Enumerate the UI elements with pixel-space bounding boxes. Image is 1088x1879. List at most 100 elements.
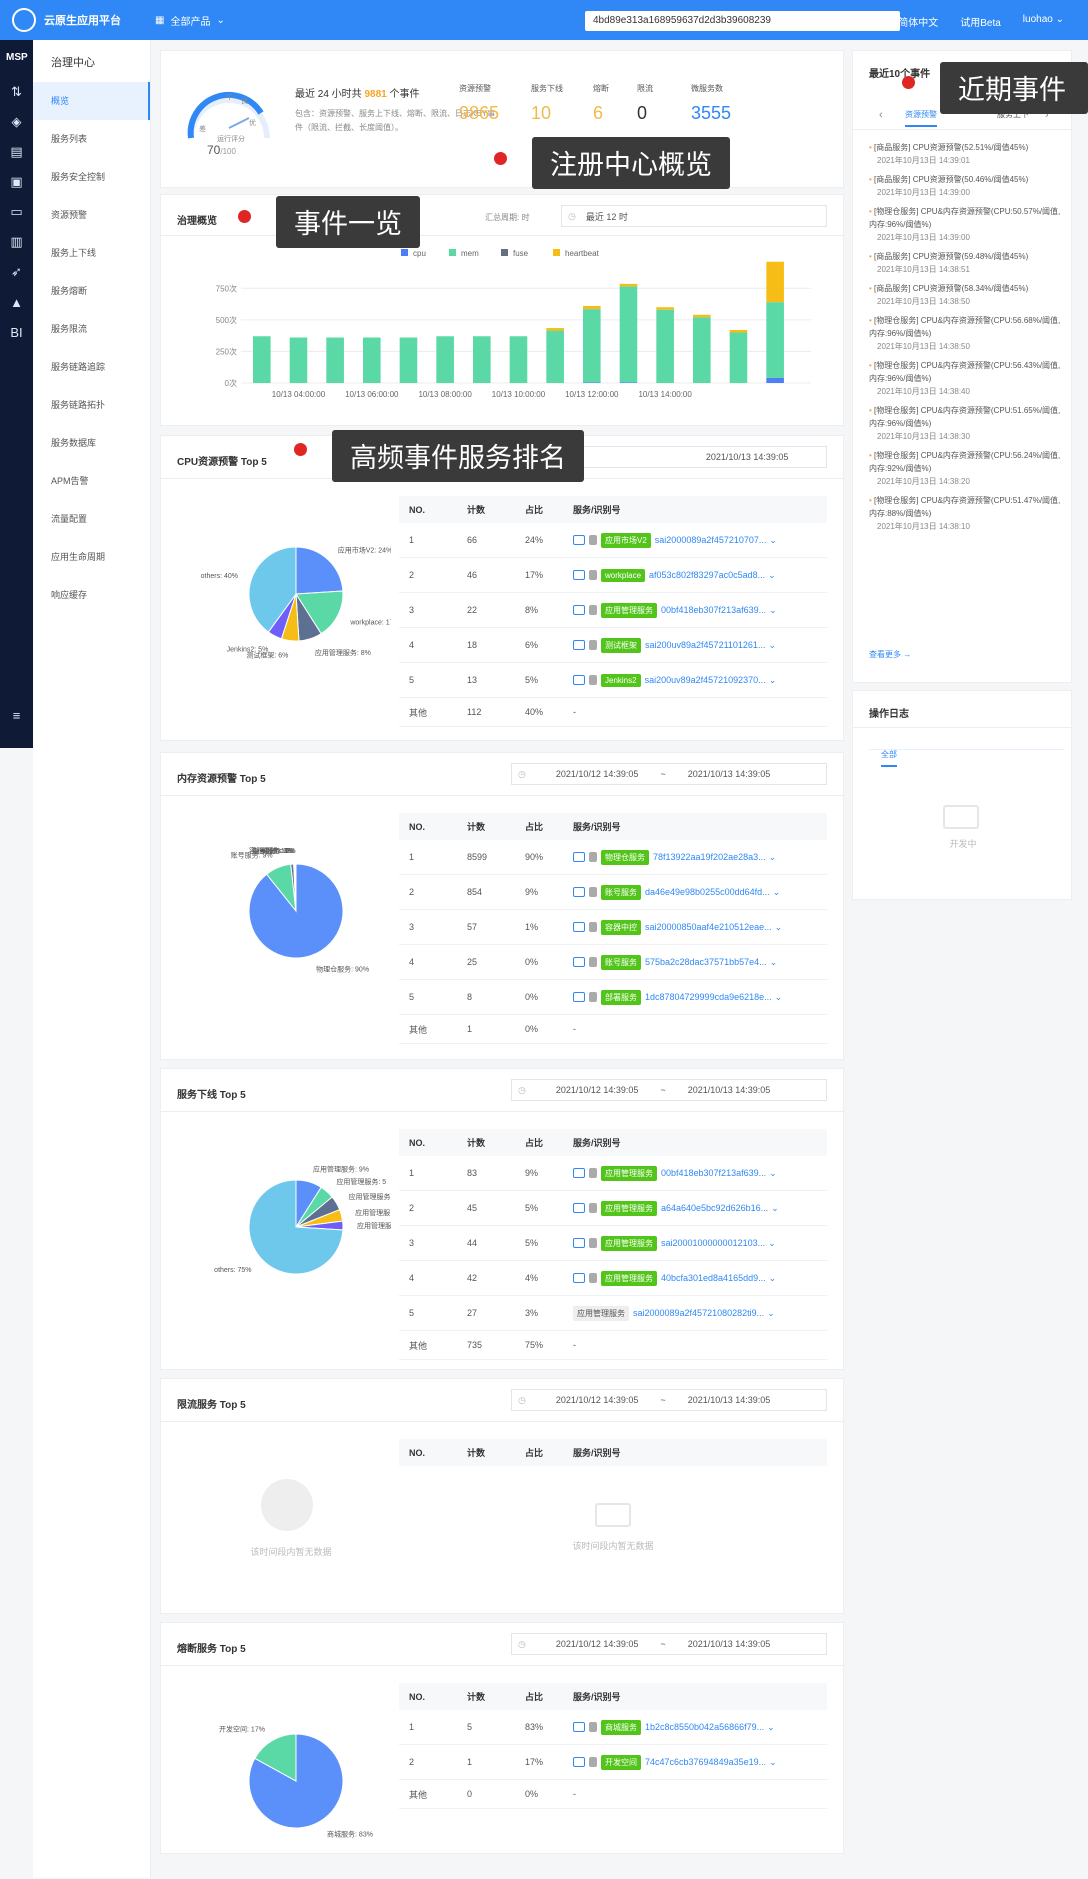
chevron-down-icon[interactable]: ⌄ — [775, 992, 783, 1003]
service-card-icon[interactable] — [573, 1757, 585, 1767]
oplog-tab-all[interactable]: 全部 — [881, 749, 897, 767]
service-id-link[interactable]: 1b2c8c8550b042a56866f79... — [645, 1722, 764, 1732]
menu-item-0[interactable]: 概览 — [33, 82, 150, 120]
event-item[interactable]: • [商品服务] CPU资源预警(58.34%/阈值45%) 2021年10月13… — [853, 276, 1063, 308]
layers-icon[interactable]: ◈ — [0, 107, 33, 137]
cloud-logo-icon[interactable] — [12, 8, 36, 32]
service-card-icon[interactable] — [573, 1722, 585, 1732]
service-card-icon[interactable] — [573, 1203, 585, 1213]
trial-link[interactable]: 试用Beta — [960, 14, 1001, 29]
menu-item-5[interactable]: 服务熔断 — [33, 272, 150, 310]
language-switch[interactable]: 简体中文 — [898, 14, 938, 29]
service-id-link[interactable]: 1dc87804729999cda9e6218e... — [645, 992, 772, 1002]
all-products-menu[interactable]: ▦ 全部产品 ⌄ — [155, 13, 225, 28]
chevron-down-icon[interactable]: ⌄ — [769, 852, 777, 863]
menu-item-7[interactable]: 服务链路追踪 — [33, 348, 150, 386]
brand-name[interactable]: 云原生应用平台 — [44, 12, 121, 28]
menu-item-1[interactable]: 服务列表 — [33, 120, 150, 158]
service-card-icon[interactable] — [573, 1168, 585, 1178]
lock-icon[interactable] — [589, 1273, 597, 1283]
lock-icon[interactable] — [589, 852, 597, 862]
menu-item-12[interactable]: 应用生命周期 — [33, 538, 150, 576]
date-range-picker[interactable]: ◷ 2021/10/12 14:39:05 ~2021/10/13 14:39:05 — [511, 1389, 827, 1411]
event-item[interactable]: • [物理仓服务] CPU&内存资源预警(CPU:51.47%/阈值, 内存:8… — [853, 488, 1063, 533]
event-item[interactable]: • [商品服务] CPU资源预警(50.46%/阈值45%) 2021年10月13… — [853, 167, 1063, 199]
lock-icon[interactable] — [589, 1168, 597, 1178]
event-item[interactable]: • [商品服务] CPU资源预警(52.51%/阈值45%) 2021年10月13… — [853, 135, 1063, 167]
service-id-link[interactable]: sai2000089a2f45721080282ti9... — [633, 1308, 764, 1318]
lock-icon[interactable]: ▲ — [0, 287, 33, 317]
chevron-down-icon[interactable]: ⌄ — [767, 1308, 775, 1319]
service-id-link[interactable]: sai200uv89a2f45721092370... — [645, 675, 766, 685]
sort-icon[interactable]: ⇅ — [0, 77, 33, 107]
service-id-link[interactable]: a64a640e5bc92d626b16... — [661, 1203, 768, 1213]
menu-item-13[interactable]: 响应缓存 — [33, 576, 150, 614]
service-card-icon[interactable] — [573, 605, 585, 615]
chevron-down-icon[interactable]: ⌄ — [770, 957, 778, 968]
card-icon[interactable]: ▭ — [0, 197, 33, 227]
lock-icon[interactable] — [589, 1238, 597, 1248]
chevron-down-icon[interactable]: ⌄ — [767, 1722, 775, 1733]
service-id-link[interactable]: 78f13922aa19f202ae28a3... — [653, 852, 766, 862]
lock-icon[interactable] — [589, 1722, 597, 1732]
lock-icon[interactable] — [589, 640, 597, 650]
service-id-link[interactable]: sai200uv89a2f45721101261... — [645, 640, 765, 650]
lock-icon[interactable] — [589, 605, 597, 615]
service-card-icon[interactable] — [573, 992, 585, 1002]
service-card-icon[interactable] — [573, 570, 585, 580]
date-range-picker[interactable]: ◷ 2021/10/12 14:39:05 ~2021/10/13 14:39:05 — [511, 1079, 827, 1101]
service-card-icon[interactable] — [573, 1238, 585, 1248]
menu-item-2[interactable]: 服务安全控制 — [33, 158, 150, 196]
event-item[interactable]: • [物理仓服务] CPU&内存资源预警(CPU:56.24%/阈值, 内存:9… — [853, 443, 1063, 488]
lock-icon[interactable] — [589, 922, 597, 932]
lock-icon[interactable] — [589, 1757, 597, 1767]
monitor-icon[interactable]: ▣ — [0, 167, 33, 197]
search-input[interactable]: 4bd89e313a168959637d2d3b39608239 — [585, 11, 900, 31]
menu-item-8[interactable]: 服务链路拓扑 — [33, 386, 150, 424]
view-more-link[interactable]: 查看更多 → — [869, 649, 911, 660]
msp-label[interactable]: MSP — [0, 40, 33, 63]
service-id-link[interactable]: af053c802f83297ac0c5ad8... — [649, 570, 765, 580]
chevron-down-icon[interactable]: ⌄ — [771, 1203, 779, 1214]
event-item[interactable]: • [物理仓服务] CPU&内存资源预警(CPU:56.68%/阈值, 内存:9… — [853, 308, 1063, 353]
chevron-down-icon[interactable]: ⌄ — [769, 1757, 777, 1768]
lock-icon[interactable] — [589, 570, 597, 580]
event-item[interactable]: • [物理仓服务] CPU&内存资源预警(CPU:50.57%/阈值, 内存:9… — [853, 199, 1063, 244]
chevron-down-icon[interactable]: ⌄ — [769, 535, 777, 546]
date-range-picker[interactable]: ◷ 2021/10/12 14:39:05 ~2021/10/13 14:39:05 — [511, 1633, 827, 1655]
event-item[interactable]: • [商品服务] CPU资源预警(59.48%/阈值45%) 2021年10月13… — [853, 244, 1063, 276]
period-select[interactable]: ◷ 最近 12 时 — [561, 205, 827, 227]
chevron-down-icon[interactable]: ⌄ — [769, 605, 777, 616]
service-id-link[interactable]: sai20000850aaf4e210512eae... — [645, 922, 772, 932]
tab-resource-alert[interactable]: 资源预警 — [905, 109, 937, 127]
event-item[interactable]: • [物理仓服务] CPU&内存资源预警(CPU:51.65%/阈值, 内存:9… — [853, 398, 1063, 443]
menu-item-11[interactable]: 流量配置 — [33, 500, 150, 538]
service-id-link[interactable]: 74c47c6cb37694849a35e19... — [645, 1757, 766, 1767]
chevron-down-icon[interactable]: ⌄ — [773, 887, 781, 898]
lock-icon[interactable] — [589, 535, 597, 545]
service-card-icon[interactable] — [573, 852, 585, 862]
service-card-icon[interactable] — [573, 1273, 585, 1283]
service-card-icon[interactable] — [573, 640, 585, 650]
menu-item-10[interactable]: APM告警 — [33, 462, 150, 500]
chevron-down-icon[interactable]: ⌄ — [775, 922, 783, 933]
menu-item-6[interactable]: 服务限流 — [33, 310, 150, 348]
lock-icon[interactable] — [589, 957, 597, 967]
user-menu[interactable]: luohao ⌄ — [1023, 14, 1064, 29]
chevron-down-icon[interactable]: ⌄ — [768, 640, 776, 651]
service-id-link[interactable]: 575ba2c28dac37571bb57e4... — [645, 957, 767, 967]
tab-prev-icon[interactable]: ‹ — [879, 109, 883, 121]
chevron-down-icon[interactable]: ⌄ — [769, 1168, 777, 1179]
service-card-icon[interactable] — [573, 957, 585, 967]
rocket-icon[interactable]: ➶ — [0, 257, 33, 287]
bar-chart-icon[interactable]: ▥ — [0, 227, 33, 257]
service-id-link[interactable]: sai20001000000012103... — [661, 1238, 765, 1248]
chevron-down-icon[interactable]: ⌄ — [768, 570, 776, 581]
service-card-icon[interactable] — [573, 675, 585, 685]
service-id-link[interactable]: 00bf418eb307f213af639... — [661, 1168, 766, 1178]
lock-icon[interactable] — [589, 992, 597, 1002]
menu-item-9[interactable]: 服务数据库 — [33, 424, 150, 462]
menu-item-4[interactable]: 服务上下线 — [33, 234, 150, 272]
lock-icon[interactable] — [589, 887, 597, 897]
bi-icon[interactable]: BI — [0, 317, 33, 347]
